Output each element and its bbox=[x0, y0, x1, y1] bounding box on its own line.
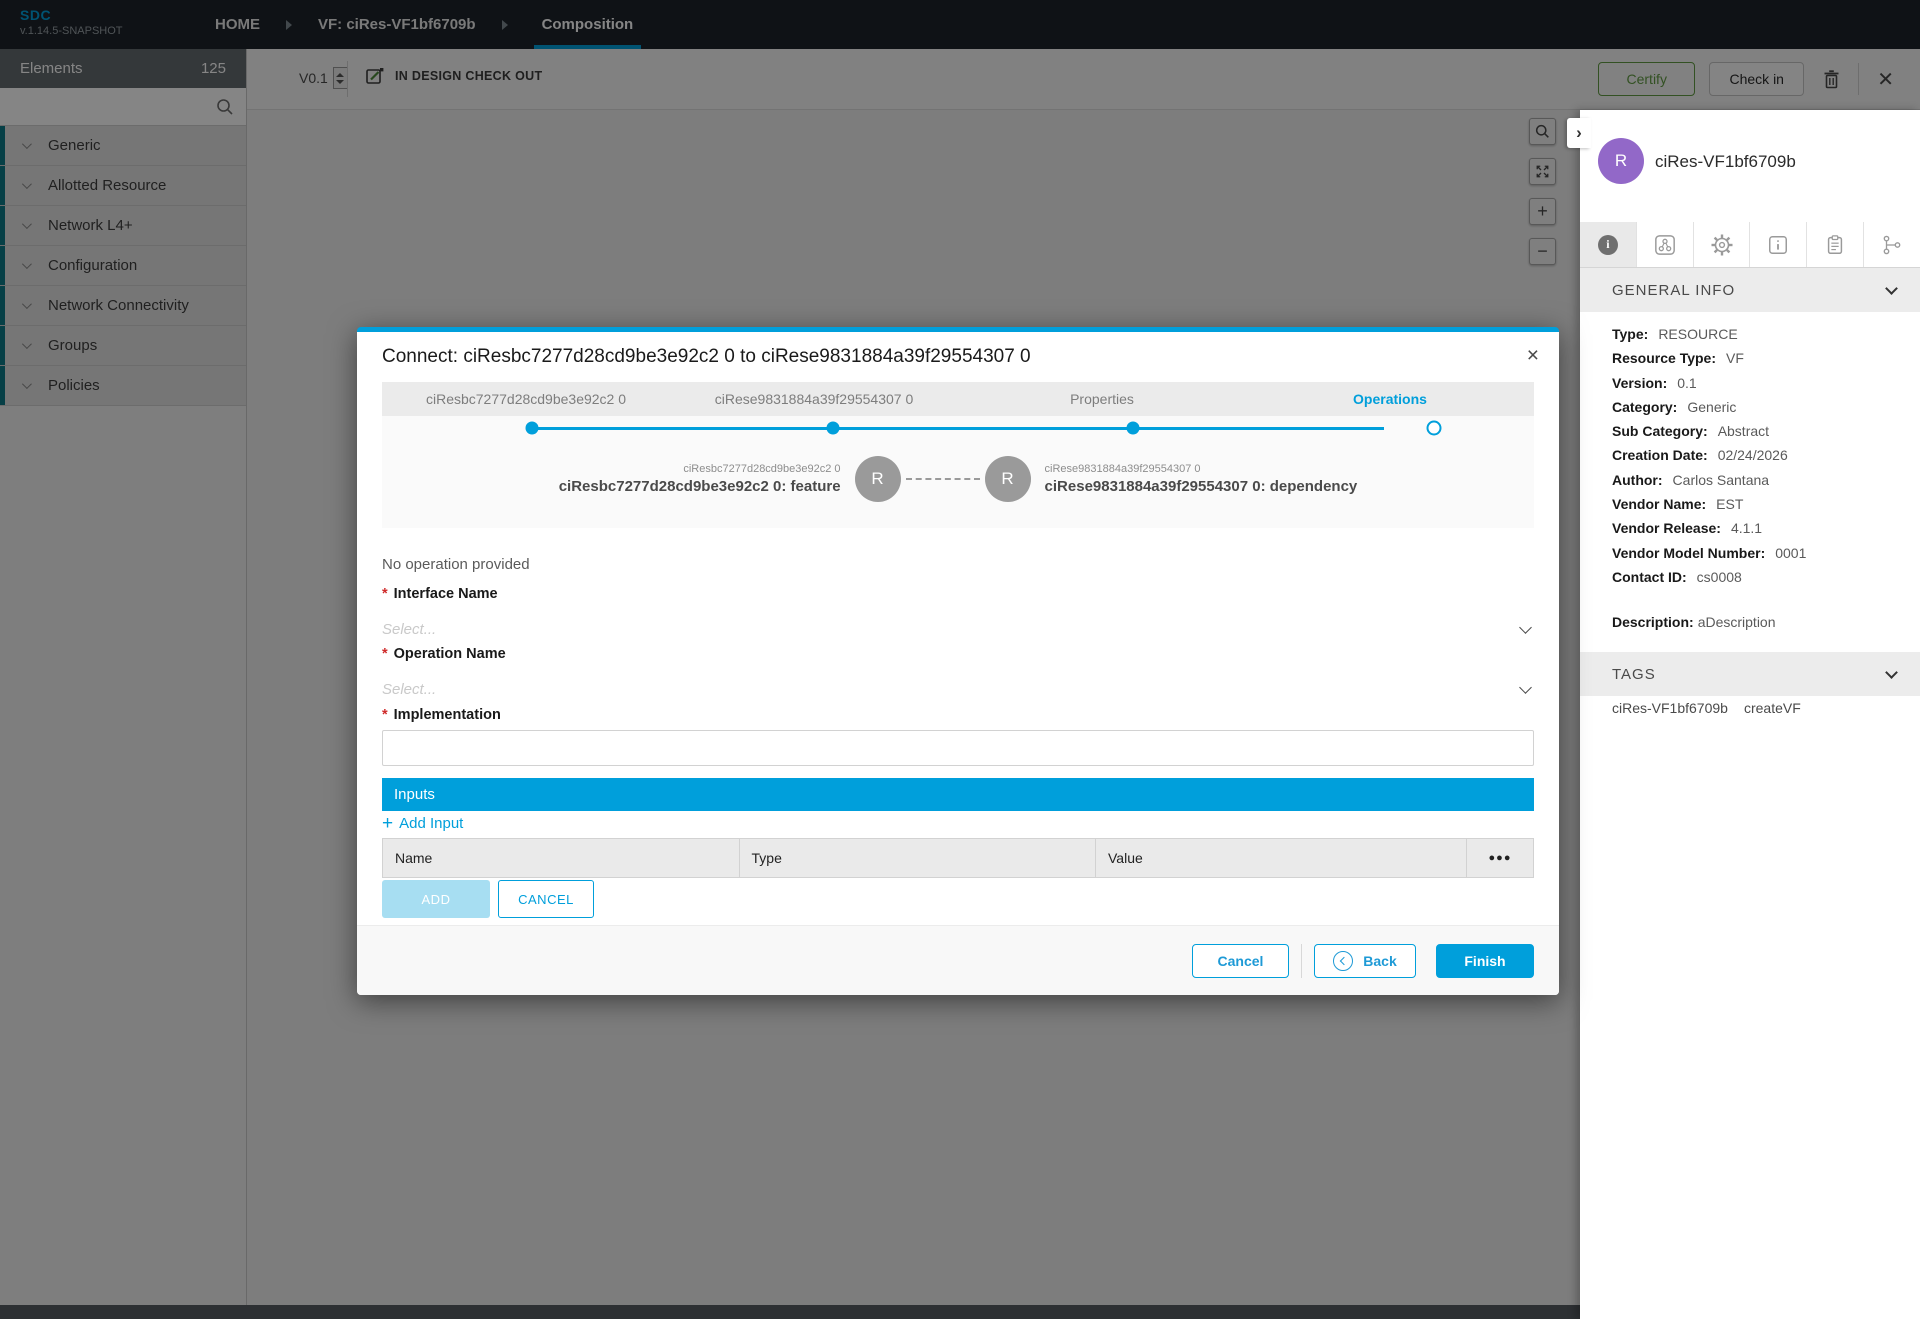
interface-name-label: * Interface Name bbox=[382, 586, 498, 602]
info-icon: i bbox=[1597, 234, 1618, 255]
general-info-section-header[interactable]: GENERAL INFO bbox=[1580, 268, 1920, 312]
back-circle-icon bbox=[1333, 950, 1354, 971]
info-square-icon bbox=[1769, 235, 1788, 254]
no-operation-text: No operation provided bbox=[382, 556, 530, 573]
resource-info-panel: › R ciRes-VF1bf6709b i GENERAL INFO Type… bbox=[1567, 110, 1920, 1319]
tag-item: ciRes-VF1bf6709b bbox=[1612, 700, 1728, 716]
stepper-progress-line bbox=[532, 427, 1384, 430]
resource-title: ciRes-VF1bf6709b bbox=[1655, 152, 1796, 171]
connection-dashed-line bbox=[905, 478, 980, 480]
general-info-title: GENERAL INFO bbox=[1612, 281, 1736, 299]
implementation-input[interactable] bbox=[382, 730, 1534, 766]
plus-icon: + bbox=[382, 812, 394, 834]
inputs-add-button[interactable]: ADD bbox=[382, 880, 490, 918]
footer-divider bbox=[1301, 943, 1302, 978]
field-type: Type: RESOURCE bbox=[1612, 326, 1738, 342]
column-type: Type bbox=[740, 839, 1096, 877]
step-dot-done bbox=[525, 421, 539, 435]
tab-composition-hierarchy[interactable] bbox=[1636, 222, 1694, 267]
clipboard-icon bbox=[1828, 234, 1843, 254]
inputs-section-header: Inputs bbox=[382, 778, 1534, 811]
field-author: Author: Carlos Santana bbox=[1612, 471, 1770, 488]
avatar: R bbox=[1598, 138, 1644, 184]
tab-requirements-capabilities[interactable] bbox=[1864, 222, 1920, 267]
tag-item: createVF bbox=[1743, 700, 1801, 716]
wizard-stepper: ciResbc7277d28cd9be3e92c2 0 ciRese983188… bbox=[382, 382, 1534, 416]
tags-list: ciRes-VF1bf6709b createVF bbox=[1612, 700, 1801, 716]
field-vendor-release: Vendor Release: 4.1.1 bbox=[1612, 520, 1763, 537]
column-menu-dots[interactable]: ●●● bbox=[1467, 839, 1533, 877]
to-node-icon: R bbox=[984, 456, 1031, 502]
general-info-fields: Type: RESOURCE Resource Type: VF Version: 0… bbox=[1612, 322, 1806, 589]
field-description: Description: aDescription bbox=[1612, 614, 1776, 630]
implementation-label: * Implementation bbox=[382, 707, 501, 723]
screen: SDC v.1.14.5-SNAPSHOT HOME VF: ciRes-VF1… bbox=[0, 0, 1920, 1319]
panel-collapse-button[interactable]: › bbox=[1567, 118, 1591, 148]
step-dot-current bbox=[1426, 420, 1442, 436]
back-button[interactable]: Back bbox=[1314, 943, 1416, 978]
required-asterisk: * bbox=[382, 646, 388, 662]
step-operations[interactable]: Operations bbox=[1246, 382, 1534, 416]
field-vendor-name: Vendor Name: EST bbox=[1612, 496, 1744, 513]
finish-button[interactable]: Finish bbox=[1436, 943, 1534, 978]
to-node-labels: ciRese9831884a39f29554307 0 ciRese983188… bbox=[1044, 463, 1358, 495]
gear-icon bbox=[1711, 234, 1733, 255]
chevron-down-icon bbox=[1519, 620, 1532, 634]
add-input-button[interactable]: + Add Input bbox=[382, 812, 463, 834]
inputs-table-header: Name Type Value ●●● bbox=[382, 838, 1534, 878]
tab-general-info[interactable]: i bbox=[1580, 222, 1637, 267]
field-vendor-model-number: Vendor Model Number: 0001 bbox=[1612, 544, 1807, 561]
tags-title: TAGS bbox=[1612, 665, 1656, 683]
modal-title: Connect: ciResbc7277d28cd9be3e92c2 0 to … bbox=[382, 346, 1031, 367]
dependency-tree-icon bbox=[1883, 235, 1901, 254]
field-sub-category: Sub Category: Abstract bbox=[1612, 423, 1770, 440]
field-creation-date: Creation Date: 02/24/2026 bbox=[1612, 447, 1788, 464]
connection-diagram: ciResbc7277d28cd9be3e92c2 0 ciResbc7277d… bbox=[382, 416, 1534, 528]
step-dot-done bbox=[1126, 421, 1140, 435]
chevron-left-icon bbox=[1340, 956, 1349, 965]
required-asterisk: * bbox=[382, 586, 388, 602]
tab-information-artifacts[interactable] bbox=[1750, 222, 1808, 267]
step-to-node[interactable]: ciRese9831884a39f29554307 0 bbox=[670, 382, 958, 416]
chevron-down-icon bbox=[1885, 281, 1898, 295]
tab-deployment-artifacts[interactable] bbox=[1807, 222, 1865, 267]
modal-footer: Cancel Back Finish bbox=[357, 925, 1559, 995]
modal-close-button[interactable]: × bbox=[1527, 344, 1539, 368]
tags-section-header[interactable]: TAGS bbox=[1580, 652, 1920, 696]
inputs-cancel-button[interactable]: CANCEL bbox=[498, 880, 594, 918]
step-properties[interactable]: Properties bbox=[958, 382, 1246, 416]
hierarchy-icon bbox=[1654, 234, 1675, 255]
tab-settings[interactable] bbox=[1693, 222, 1751, 267]
step-from-node[interactable]: ciResbc7277d28cd9be3e92c2 0 bbox=[382, 382, 670, 416]
interface-name-select[interactable]: Select... bbox=[382, 614, 1534, 644]
field-version: Version: 0.1 bbox=[1612, 374, 1697, 391]
panel-tabs: i bbox=[1580, 222, 1920, 268]
operation-name-select[interactable]: Select... bbox=[382, 674, 1534, 704]
operation-name-label: * Operation Name bbox=[382, 646, 506, 662]
field-contact-id: Contact ID: cs0008 bbox=[1612, 568, 1742, 585]
chevron-right-icon: › bbox=[1576, 123, 1582, 142]
field-resource-type: Resource Type: VF bbox=[1612, 350, 1744, 367]
field-category: Category: Generic bbox=[1612, 398, 1737, 415]
chevron-down-icon bbox=[1885, 665, 1898, 679]
connect-wizard-modal: Connect: ciResbc7277d28cd9be3e92c2 0 to … bbox=[357, 327, 1559, 995]
ellipsis-icon: ●●● bbox=[1488, 852, 1512, 864]
cancel-button[interactable]: Cancel bbox=[1192, 943, 1289, 978]
from-node-labels: ciResbc7277d28cd9be3e92c2 0 ciResbc7277d… bbox=[558, 463, 841, 495]
close-icon: × bbox=[1526, 344, 1539, 367]
column-value: Value bbox=[1096, 839, 1467, 877]
chevron-down-icon bbox=[1519, 680, 1532, 694]
required-asterisk: * bbox=[382, 707, 388, 723]
from-node-icon: R bbox=[854, 456, 901, 502]
column-name: Name bbox=[383, 839, 740, 877]
step-dot-done bbox=[826, 421, 840, 435]
